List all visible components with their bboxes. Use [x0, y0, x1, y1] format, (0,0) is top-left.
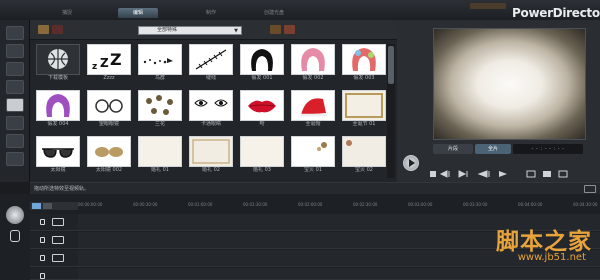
timecode-display: - - : - - : - -: [513, 144, 583, 154]
tab-create-disc[interactable]: 创建光盘: [252, 8, 296, 18]
pip-track-icon: [52, 254, 64, 262]
media-room-icon[interactable]: [6, 26, 24, 40]
watermark-url: www.jb51.net: [517, 252, 586, 263]
title-bar: 捕捉 编辑 制作 创建光盘 PowerDirector: [0, 0, 600, 20]
status-hint: 拖动所选特效至视频轨。: [34, 186, 90, 192]
timeline-ruler[interactable]: 00:00:00:00 00:00:30:00 00:01:00:00 00:0…: [78, 202, 600, 212]
video-track-icon: [52, 218, 64, 226]
category-dropdown-value: 全部特殊: [157, 27, 178, 33]
prev-frame-icon: [439, 170, 450, 178]
timeline-toggle[interactable]: [43, 203, 52, 209]
fullscreen-icon: [558, 170, 568, 178]
list-item[interactable]: 婚礼 01: [138, 136, 182, 176]
scroll-thumb[interactable]: [388, 46, 394, 84]
import-icon[interactable]: [38, 25, 49, 34]
track-header-video: [30, 214, 78, 231]
track-header-audio: [30, 268, 78, 280]
svg-text:Z: Z: [100, 56, 109, 70]
library-scrollbar[interactable]: [387, 44, 395, 178]
list-item[interactable]: 婚礼 02: [189, 136, 233, 176]
lock-icon[interactable]: [40, 219, 45, 225]
lock-icon[interactable]: [40, 237, 45, 243]
fast-forward-icon: [499, 171, 507, 177]
list-item[interactable]: 婚礼 03: [240, 136, 284, 176]
list-item[interactable]: 望眼眼镜: [87, 90, 131, 130]
clip-mode-button[interactable]: 片段: [433, 144, 473, 154]
object-grid: 下载模板 zZZ Zzzz 鸟群 缝线 假发 001 假发 002 假发 003: [36, 44, 388, 182]
list-item[interactable]: 假发 001: [240, 44, 284, 84]
window-controls[interactable]: [470, 3, 506, 9]
rewind-icon: [477, 170, 490, 178]
transition-room-icon[interactable]: [6, 134, 24, 148]
tab-capture[interactable]: 捕捉: [52, 8, 82, 18]
list-item[interactable]: 下载模板: [36, 44, 80, 84]
object-room-icon[interactable]: [6, 98, 24, 112]
watermark-title: 脚本之家: [496, 229, 592, 255]
title-room-icon[interactable]: [6, 116, 24, 130]
lock-icon[interactable]: [40, 273, 45, 279]
effect-room-icon[interactable]: [6, 44, 24, 58]
storyboard-toggle[interactable]: [32, 203, 41, 209]
tab-edit[interactable]: 编辑: [118, 8, 158, 18]
stop-icon: [430, 171, 436, 177]
lock-icon[interactable]: [40, 255, 45, 261]
audio-mixer-icon[interactable]: [10, 230, 20, 242]
camera-icon: [526, 170, 536, 178]
download-template-thumb: [36, 44, 80, 75]
track-header-effect: [30, 232, 78, 249]
folder-icon[interactable]: [270, 25, 281, 34]
track-header-pip: [30, 250, 78, 267]
list-item[interactable]: 吻: [240, 90, 284, 130]
movie-mode-button[interactable]: 全片: [475, 144, 511, 154]
library-toolbar: 全部特殊 ▼: [30, 20, 397, 40]
list-item[interactable]: 圣诞节 01: [342, 90, 386, 130]
effect-track-icon: [52, 236, 64, 244]
app-brand: PowerDirector: [512, 6, 600, 20]
list-item[interactable]: 宝贝 02: [342, 136, 386, 176]
status-bar: 拖动所选特效至视频轨。: [30, 182, 600, 194]
fit-icon[interactable]: [584, 185, 596, 193]
list-item[interactable]: 假发 004: [36, 90, 80, 130]
audio-room-icon[interactable]: [6, 152, 24, 166]
list-item[interactable]: 圣诞帽: [291, 90, 335, 130]
list-item[interactable]: zZZ Zzzz: [87, 44, 131, 84]
preview-screen: [433, 28, 586, 140]
next-frame-icon: [458, 170, 468, 178]
list-item[interactable]: 鸟群: [138, 44, 182, 84]
playback-controls[interactable]: [427, 169, 595, 179]
preview-panel: 片段 全片 - - : - - : - -: [397, 20, 600, 182]
list-item[interactable]: 宝贝 01: [291, 136, 335, 176]
room-sidebar: [0, 20, 30, 182]
svg-text:Z: Z: [110, 50, 122, 69]
volume-icon: [543, 171, 551, 177]
timeline-mode-icon[interactable]: [6, 206, 24, 224]
download-icon[interactable]: [52, 25, 63, 34]
share-icon[interactable]: [284, 25, 295, 34]
list-item[interactable]: 太阳镜 002: [87, 136, 131, 176]
list-item[interactable]: 太阳镜: [36, 136, 80, 176]
audio-track[interactable]: [78, 268, 600, 280]
chevron-down-icon: ▼: [234, 28, 238, 34]
list-item[interactable]: 兰花: [138, 90, 182, 130]
object-library: 全部特殊 ▼ 下载模板 zZZ Zzzz 鸟群 缝线 假发 001 假发 002…: [30, 20, 397, 182]
tab-produce[interactable]: 制作: [196, 8, 226, 18]
list-item[interactable]: 假发 002: [291, 44, 335, 84]
particle-room-icon[interactable]: [6, 80, 24, 94]
category-dropdown[interactable]: 全部特殊 ▼: [138, 26, 242, 35]
track-toolbar: [30, 202, 78, 210]
list-item[interactable]: 卡通眼睛: [189, 90, 233, 130]
pip-room-icon[interactable]: [6, 62, 24, 76]
svg-text:z: z: [92, 62, 97, 72]
list-item[interactable]: 假发 003: [342, 44, 386, 84]
play-button[interactable]: [403, 155, 419, 171]
list-item[interactable]: 缝线: [189, 44, 233, 84]
